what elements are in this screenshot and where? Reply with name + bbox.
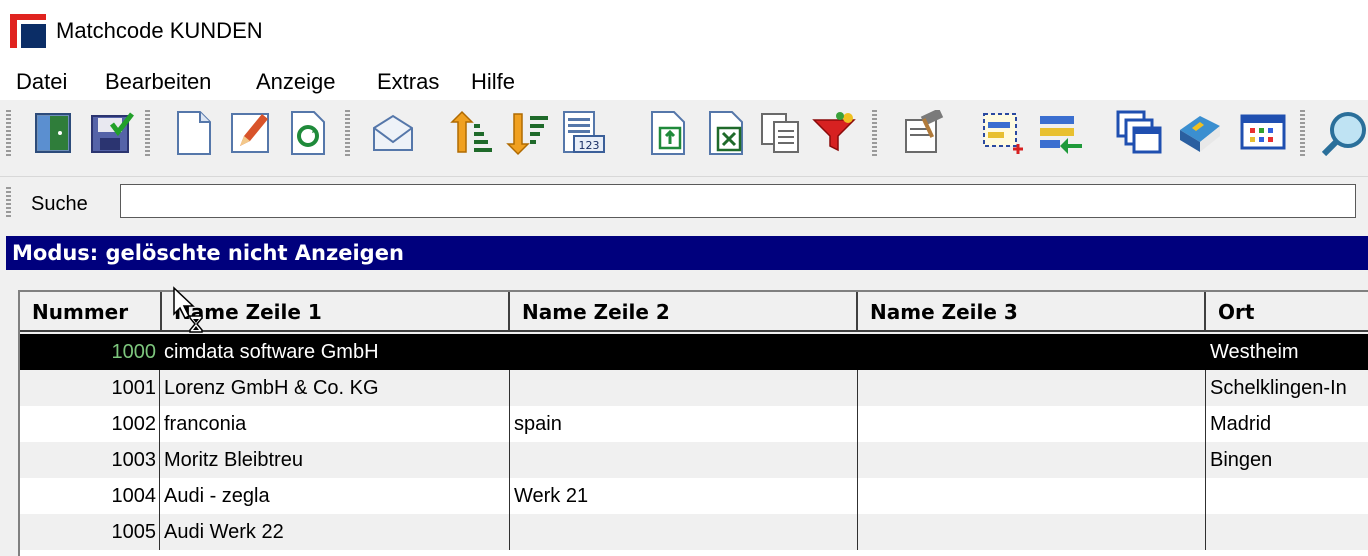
- windows-icon[interactable]: [1116, 110, 1162, 156]
- sort-ascending-icon[interactable]: [448, 110, 494, 156]
- toolbar-separator: [872, 110, 877, 156]
- table-row[interactable]: 1003 Moritz Bleibtreu Bingen: [20, 442, 1368, 478]
- cell-name3: [858, 370, 1206, 406]
- cell-name3: [858, 406, 1206, 442]
- cell-name3: [858, 334, 1206, 370]
- cell-ort: Madrid: [1210, 413, 1272, 435]
- menu-bearbeiten[interactable]: Bearbeiten: [105, 68, 211, 96]
- cell-nummer: 1003: [20, 442, 160, 478]
- edit-pencil-icon[interactable]: [228, 110, 274, 156]
- table-row[interactable]: 1005 Audi Werk 22: [20, 514, 1368, 550]
- search-magnifier-icon[interactable]: [1322, 110, 1368, 156]
- table-header: Nummer Name Zeile 1 Name Zeile 2 Name Ze…: [20, 292, 1368, 334]
- cell-name2: [510, 514, 858, 550]
- busy-cursor-icon: [173, 286, 203, 333]
- menu-anzeige[interactable]: Anzeige: [256, 68, 336, 96]
- column-header-name3[interactable]: Name Zeile 3: [858, 292, 1206, 332]
- svg-text:123: 123: [579, 139, 600, 152]
- toolbar: 123: [0, 100, 1368, 168]
- column-header-nummer[interactable]: Nummer: [20, 292, 162, 332]
- toolbar-separator: [1300, 110, 1305, 156]
- copy-documents-icon[interactable]: [758, 110, 804, 156]
- mail-envelope-icon[interactable]: [370, 110, 416, 156]
- cell-name3: [858, 442, 1206, 478]
- cell-name2: [510, 370, 858, 406]
- app-logo-icon: [10, 14, 46, 48]
- cell-name2: spain: [510, 406, 858, 442]
- toolbar-separator: [145, 110, 150, 156]
- cell-name1: Audi - zegla: [160, 478, 510, 514]
- column-header-name1[interactable]: Name Zeile 1: [162, 292, 510, 332]
- search-label: Suche: [31, 193, 88, 215]
- table-row[interactable]: 1004 Audi - zegla Werk 21: [20, 478, 1368, 514]
- window-title: Matchcode KUNDEN: [56, 18, 263, 43]
- table-grid-icon[interactable]: [1240, 110, 1286, 156]
- toolbar-grip: [6, 110, 11, 156]
- cell-name2: [510, 442, 858, 478]
- menu-bar: Datei Bearbeiten Anzeige Extras Hilfe: [0, 62, 1368, 100]
- menu-extras[interactable]: Extras: [377, 68, 439, 96]
- cell-name1: Audi Werk 22: [160, 514, 510, 550]
- mode-banner: Modus: gelöschte nicht Anzeigen: [6, 236, 1368, 270]
- book-icon[interactable]: [1176, 110, 1222, 156]
- numeric-list-icon[interactable]: 123: [560, 110, 606, 156]
- cell-ort: [1206, 478, 1368, 514]
- table-row-selected[interactable]: 1000 cimdata software GmbH Westheim: [20, 334, 1368, 370]
- customer-table: Nummer Name Zeile 1 Name Zeile 2 Name Ze…: [18, 290, 1368, 556]
- cell-name3: [858, 478, 1206, 514]
- cell-ort: Bingen: [1210, 449, 1273, 471]
- column-header-name2[interactable]: Name Zeile 2: [510, 292, 858, 332]
- cell-name1: franconia: [160, 406, 510, 442]
- exit-door-icon[interactable]: [30, 110, 76, 156]
- table-row[interactable]: 1002 franconia spain Madrid: [20, 406, 1368, 442]
- refresh-document-icon[interactable]: [284, 110, 330, 156]
- cell-ort: [1206, 514, 1368, 550]
- cell-name1: Moritz Bleibtreu: [160, 442, 510, 478]
- transfer-list-icon[interactable]: [1038, 110, 1084, 156]
- new-document-icon[interactable]: [170, 110, 216, 156]
- cell-nummer: 1001: [20, 370, 160, 406]
- toolbar-separator: [345, 110, 350, 156]
- select-area-icon[interactable]: [980, 110, 1026, 156]
- cell-nummer: 1000: [20, 334, 160, 370]
- search-grip: [6, 187, 11, 217]
- filter-funnel-icon[interactable]: [812, 110, 858, 156]
- title-bar: Matchcode KUNDEN: [0, 0, 1368, 62]
- cell-nummer: 1002: [20, 406, 160, 442]
- cell-name1: cimdata software GmbH: [160, 334, 510, 370]
- excel-export-icon[interactable]: [702, 110, 748, 156]
- search-input[interactable]: [120, 184, 1356, 218]
- cell-nummer: 1005: [20, 514, 160, 550]
- table-row[interactable]: 1001 Lorenz GmbH & Co. KG Schelklingen-I…: [20, 370, 1368, 406]
- export-document-icon[interactable]: [644, 110, 690, 156]
- cell-name2: Werk 21: [510, 478, 858, 514]
- menu-hilfe[interactable]: Hilfe: [471, 68, 515, 96]
- cell-ort: Westheim: [1210, 341, 1299, 363]
- cell-nummer: 1004: [20, 478, 160, 514]
- cell-name1: Lorenz GmbH & Co. KG: [160, 370, 510, 406]
- cell-name3: [858, 514, 1206, 550]
- column-header-ort[interactable]: Ort: [1206, 292, 1368, 332]
- search-bar: Suche: [0, 176, 1368, 229]
- cell-ort: Schelklingen-In: [1210, 377, 1347, 399]
- cell-name2: [510, 334, 858, 370]
- sort-descending-icon[interactable]: [504, 110, 550, 156]
- hammer-document-icon[interactable]: [900, 110, 946, 156]
- save-icon[interactable]: [88, 110, 134, 156]
- menu-datei[interactable]: Datei: [16, 68, 67, 96]
